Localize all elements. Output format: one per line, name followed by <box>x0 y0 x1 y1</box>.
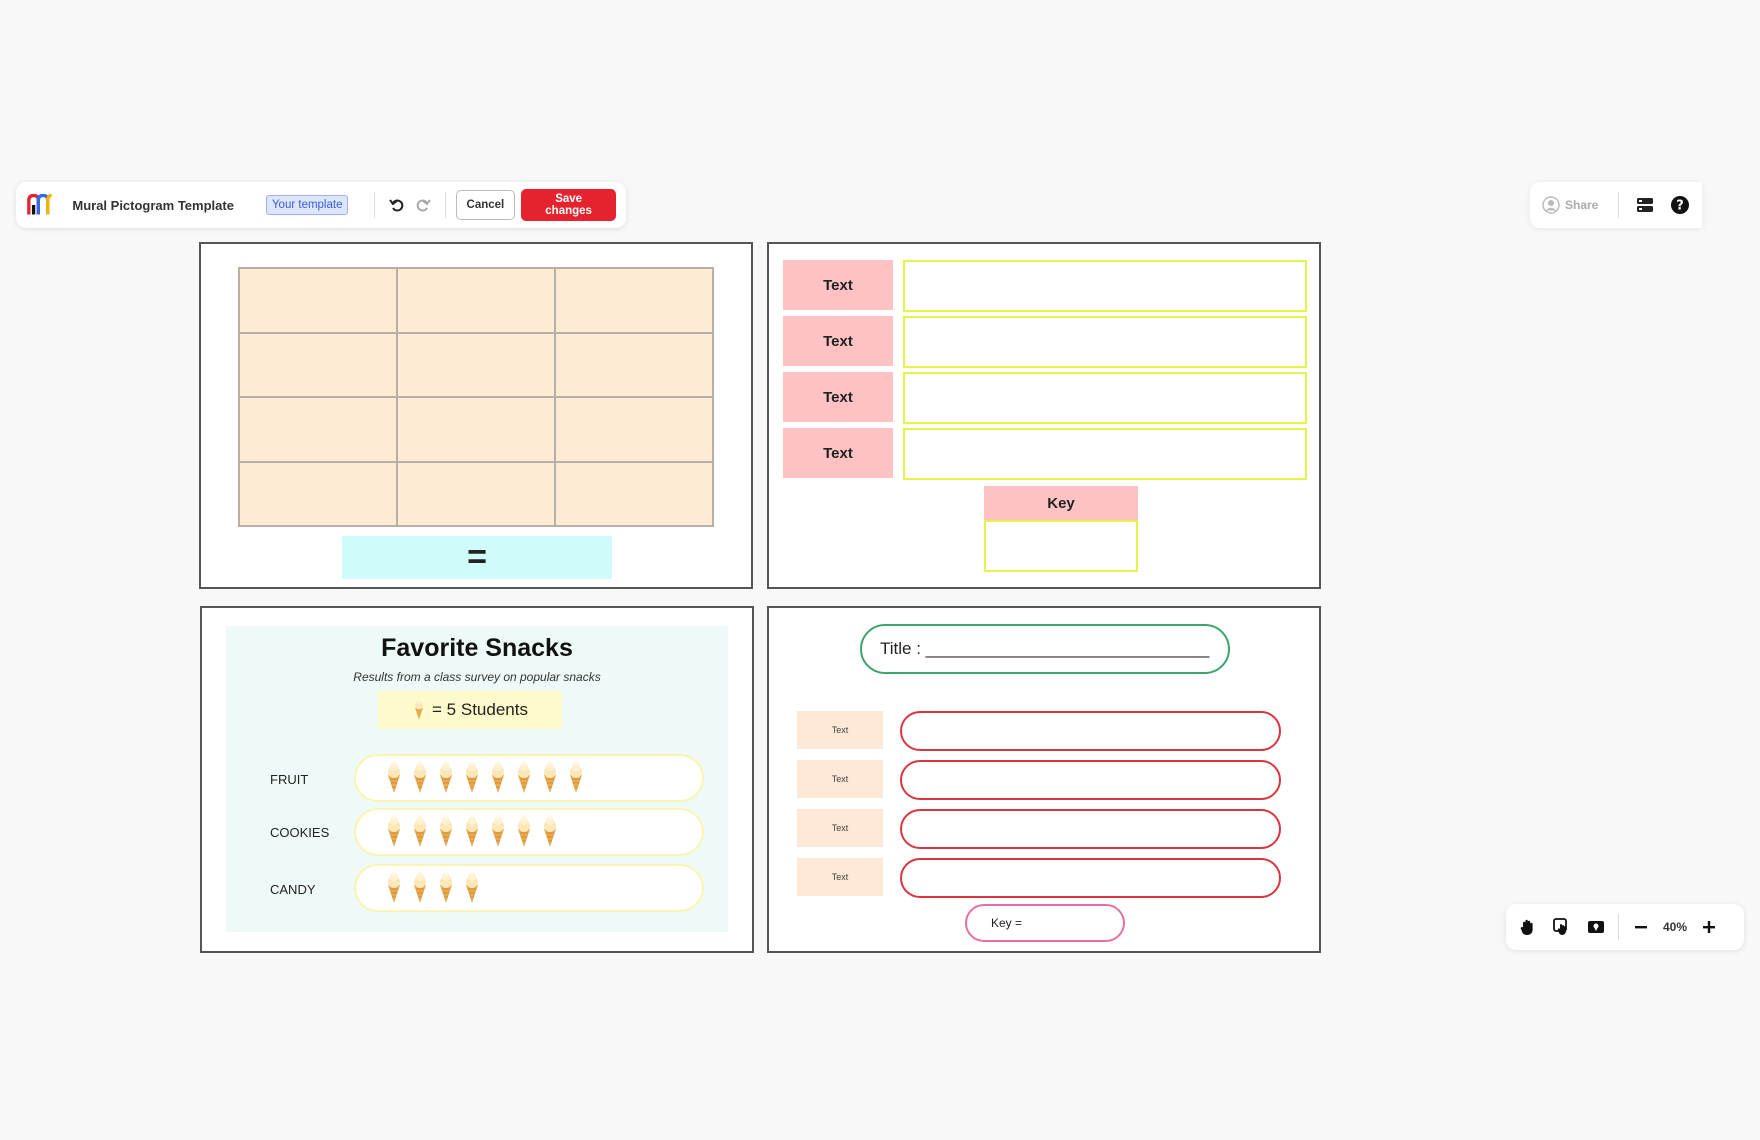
cancel-button[interactable]: Cancel <box>455 190 516 220</box>
zoom-level[interactable]: 40% <box>1655 920 1695 934</box>
ice-cream-icon <box>544 815 556 847</box>
ice-cream-icon <box>414 761 426 793</box>
row-box-2[interactable] <box>903 316 1307 368</box>
redo-icon[interactable] <box>410 191 437 219</box>
row-label-2[interactable]: Text <box>783 316 893 366</box>
grid-cell[interactable] <box>555 332 713 397</box>
row-label-cookies: COOKIES <box>270 825 330 840</box>
ice-cream-icon <box>415 699 423 720</box>
row-label-fruit: FRUIT <box>270 772 309 787</box>
help-icon[interactable]: ? <box>1670 191 1690 219</box>
row-label-1[interactable]: Text <box>783 260 893 310</box>
ice-cream-icon <box>388 815 400 847</box>
grid-cell[interactable] <box>239 461 397 526</box>
map-icon[interactable] <box>1582 913 1610 941</box>
outline-icon[interactable] <box>1635 191 1655 219</box>
ice-cream-icon <box>414 871 426 903</box>
row-pill-2[interactable] <box>900 760 1281 800</box>
row-label-candy: CANDY <box>270 882 316 897</box>
title-field[interactable]: Title : ______________________________ <box>860 624 1230 674</box>
row-pill-3[interactable] <box>900 809 1281 849</box>
row-pill-4[interactable] <box>900 858 1281 898</box>
chart-subtitle: Results from a class survey on popular s… <box>353 670 601 684</box>
grid-cell[interactable] <box>397 397 555 462</box>
key-chip: = 5 Students <box>378 691 562 729</box>
ice-cream-icon <box>466 815 478 847</box>
grid-cell[interactable] <box>555 461 713 526</box>
ice-cream-icon <box>518 761 530 793</box>
divider <box>1618 914 1619 940</box>
row-box-3[interactable] <box>903 372 1307 424</box>
key-text: = 5 Students <box>432 700 528 719</box>
grid-cell[interactable] <box>397 332 555 397</box>
ice-cream-icon <box>414 815 426 847</box>
ice-cream-icon <box>466 761 478 793</box>
share-user-icon <box>1542 196 1560 214</box>
ice-cream-icon <box>440 761 452 793</box>
your-template-badge: Your template <box>265 195 349 215</box>
plus-icon[interactable] <box>1695 913 1723 941</box>
frame-pictogram-grid[interactable]: = <box>199 242 753 589</box>
ice-cream-icon <box>440 871 452 903</box>
share-button[interactable]: Share <box>1542 196 1598 214</box>
key-label[interactable]: Key <box>984 486 1138 520</box>
frame-text-rows[interactable]: Text Text Text Text Key <box>767 242 1321 589</box>
row-label-3[interactable]: Text <box>797 809 883 847</box>
zoom-toolbar: 40% <box>1506 904 1744 950</box>
grid-cell[interactable] <box>239 397 397 462</box>
row-pill-1[interactable] <box>900 711 1281 751</box>
frame-title-template[interactable]: Title : ______________________________ T… <box>767 606 1321 953</box>
key-box[interactable] <box>984 520 1138 572</box>
pill-row-fruit[interactable] <box>354 754 704 802</box>
row-box-4[interactable] <box>903 428 1307 480</box>
grid-cell[interactable] <box>239 268 397 333</box>
pill-row-cookies[interactable] <box>354 808 704 856</box>
key-field[interactable]: Key = <box>965 904 1125 942</box>
row-label-4[interactable]: Text <box>783 428 893 478</box>
ice-cream-icon <box>544 761 556 793</box>
grid-cell[interactable] <box>239 332 397 397</box>
document-title[interactable]: Mural Pictogram Template <box>72 198 234 213</box>
save-changes-button[interactable]: Save changes <box>521 189 617 221</box>
ice-cream-icon <box>388 871 400 903</box>
ice-cream-icon <box>388 761 400 793</box>
top-toolbar: Mural Pictogram Template Your template C… <box>16 182 626 228</box>
ice-cream-icon <box>570 761 582 793</box>
grid-cell[interactable] <box>555 268 713 333</box>
divider <box>374 192 376 218</box>
frame-favorite-snacks[interactable]: Favorite Snacks Results from a class sur… <box>200 606 754 953</box>
minus-icon[interactable] <box>1627 913 1655 941</box>
hand-icon[interactable] <box>1514 913 1542 941</box>
divider <box>444 192 446 218</box>
ice-cream-icon <box>492 761 504 793</box>
svg-text:?: ? <box>1676 199 1684 214</box>
row-box-1[interactable] <box>903 260 1307 312</box>
grid-cell[interactable] <box>397 268 555 333</box>
ice-cream-icon <box>466 871 478 903</box>
chart-title: Favorite Snacks <box>381 634 573 662</box>
key-equals-box[interactable]: = <box>342 536 612 579</box>
pictogram-grid[interactable] <box>238 267 714 527</box>
pill-row-candy[interactable] <box>354 864 704 912</box>
select-hand-icon[interactable] <box>1548 913 1576 941</box>
ice-cream-icon <box>518 815 530 847</box>
right-toolbar: Share ? <box>1530 182 1702 228</box>
share-label: Share <box>1565 198 1599 212</box>
ice-cream-icon <box>440 815 452 847</box>
snack-panel: Favorite Snacks Results from a class sur… <box>226 626 728 932</box>
divider <box>1618 192 1620 218</box>
row-label-1[interactable]: Text <box>797 711 883 749</box>
grid-cell[interactable] <box>397 461 555 526</box>
grid-cell[interactable] <box>555 397 713 462</box>
mural-logo-icon[interactable] <box>26 191 56 219</box>
undo-icon[interactable] <box>383 191 410 219</box>
row-label-2[interactable]: Text <box>797 760 883 798</box>
row-label-3[interactable]: Text <box>783 372 893 422</box>
ice-cream-icon <box>492 815 504 847</box>
row-label-4[interactable]: Text <box>797 858 883 896</box>
